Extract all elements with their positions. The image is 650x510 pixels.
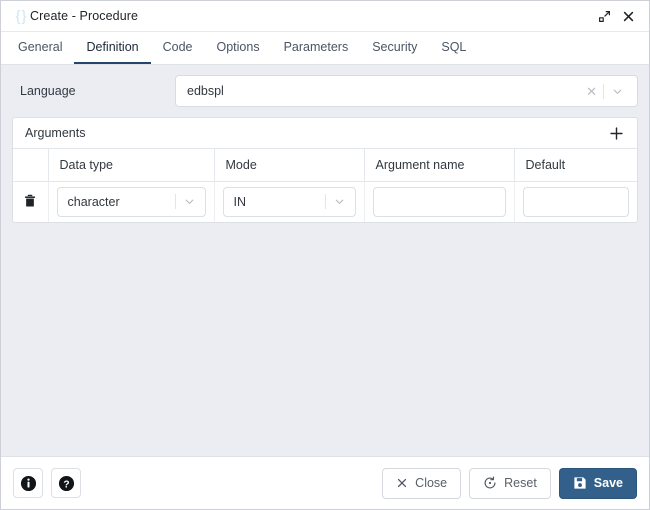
save-button-label: Save [594, 476, 623, 490]
default-cell [514, 181, 637, 222]
column-header-delete [13, 149, 48, 181]
mode-value: IN [234, 195, 325, 209]
argument-name-cell [364, 181, 514, 222]
mode-cell: IN [214, 181, 364, 222]
language-row: Language edbspl ✕ [12, 75, 638, 107]
language-select[interactable]: edbspl ✕ [175, 75, 638, 107]
arguments-table: Data type Mode Argument name Default [13, 149, 637, 222]
tab-parameters[interactable]: Parameters [272, 32, 361, 64]
language-label: Language [12, 84, 175, 98]
chevron-down-icon[interactable] [604, 85, 629, 98]
mode-select[interactable]: IN [223, 187, 356, 217]
info-button[interactable] [13, 468, 43, 498]
clear-x-icon[interactable]: ✕ [580, 85, 603, 98]
data-type-value: character [68, 195, 175, 209]
reset-button[interactable]: Reset [469, 468, 551, 499]
close-button[interactable]: Close [382, 468, 461, 499]
tab-code[interactable]: Code [151, 32, 205, 64]
default-input[interactable] [523, 187, 630, 217]
svg-text:?: ? [63, 479, 69, 490]
language-value: edbspl [187, 84, 580, 98]
floppy-disk-icon [573, 476, 587, 490]
tab-general[interactable]: General [6, 32, 74, 64]
arguments-header: Arguments [13, 118, 637, 149]
help-icon: ? [58, 475, 75, 492]
chevron-down-icon[interactable] [176, 195, 201, 208]
argument-name-input[interactable] [373, 187, 506, 217]
arguments-table-body: character IN [13, 181, 637, 222]
title-bar: { } Create - Procedure [1, 1, 649, 32]
table-header-row: Data type Mode Argument name Default [13, 149, 637, 181]
close-button-label: Close [415, 476, 447, 490]
tab-bar: General Definition Code Options Paramete… [1, 32, 649, 65]
definition-panel: Language edbspl ✕ Arguments [1, 65, 649, 456]
arguments-panel: Arguments Data type Mode Argument [12, 117, 638, 223]
curly-braces-icon: { } [12, 8, 29, 25]
tab-options[interactable]: Options [205, 32, 272, 64]
reset-button-label: Reset [504, 476, 537, 490]
column-header-mode: Mode [214, 149, 364, 181]
tab-security[interactable]: Security [360, 32, 429, 64]
info-icon [20, 475, 37, 492]
rotate-ccw-icon [483, 476, 497, 490]
close-icon[interactable] [616, 4, 640, 28]
arguments-table-head: Data type Mode Argument name Default [13, 149, 637, 181]
create-procedure-dialog: { } Create - Procedure General Definitio… [0, 0, 650, 510]
window-title: Create - Procedure [30, 9, 138, 23]
delete-cell [13, 181, 48, 222]
table-row: character IN [13, 181, 637, 222]
dialog-footer: ? Close Reset [1, 456, 649, 509]
data-type-cell: character [48, 181, 214, 222]
tab-sql[interactable]: SQL [429, 32, 478, 64]
add-argument-button[interactable] [605, 122, 627, 144]
data-type-select[interactable]: character [57, 187, 206, 217]
column-header-default: Default [514, 149, 637, 181]
tab-definition[interactable]: Definition [74, 32, 150, 64]
column-header-data-type: Data type [48, 149, 214, 181]
chevron-down-icon[interactable] [326, 195, 351, 208]
x-icon [396, 477, 408, 489]
trash-icon[interactable] [19, 190, 41, 212]
arguments-title: Arguments [25, 126, 605, 140]
column-header-argument-name: Argument name [364, 149, 514, 181]
expand-diagonal-icon[interactable] [592, 4, 616, 28]
help-button[interactable]: ? [51, 468, 81, 498]
save-button[interactable]: Save [559, 468, 637, 499]
